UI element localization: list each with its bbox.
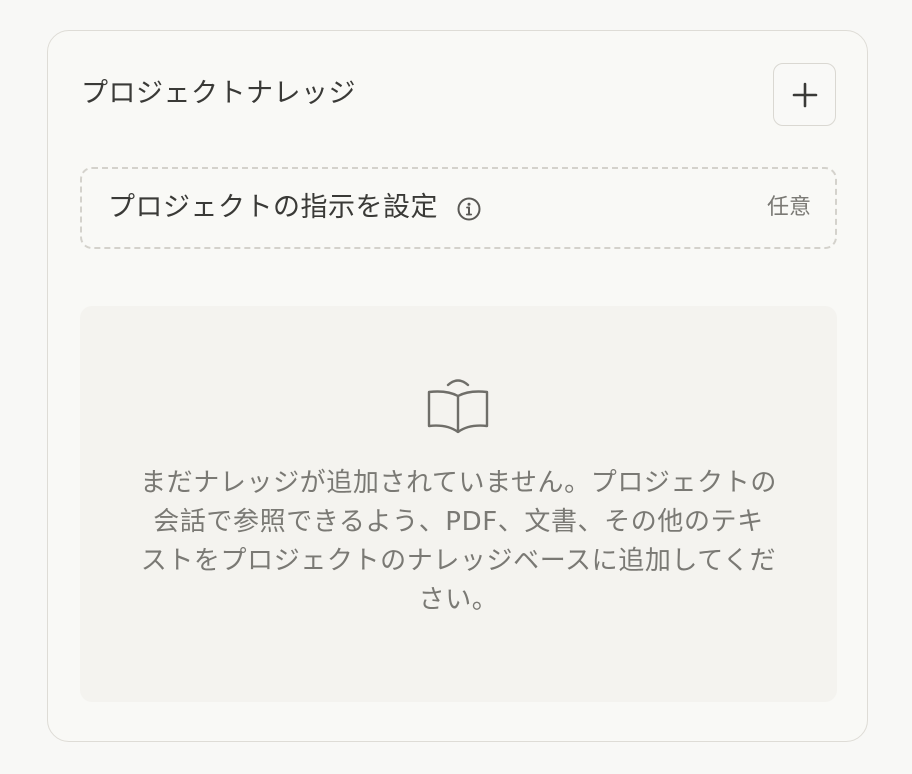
instructions-label: プロジェクトの指示を設定 xyxy=(108,192,438,223)
set-project-instructions-button[interactable]: プロジェクトの指示を設定 任意 xyxy=(80,167,837,249)
empty-state-line: 会話で参照できるよう、PDF、文書、その他のテキ xyxy=(153,507,764,537)
empty-state-line: まだナレッジが追加されていません。プロジェクトの xyxy=(140,468,777,498)
project-knowledge-panel: プロジェクトナレッジ プロジェクトの指示を設定 任意 まだナレッジが追加されてい… xyxy=(47,30,868,742)
empty-state-line: ストをプロジェクトのナレッジベースに追加してくだ xyxy=(140,546,777,576)
book-icon xyxy=(427,379,489,434)
empty-state-line: さい。 xyxy=(418,585,499,615)
knowledge-empty-state: まだナレッジが追加されていません。プロジェクトの 会話で参照できるよう、PDF、… xyxy=(80,306,837,702)
optional-label: 任意 xyxy=(766,195,811,220)
panel-title: プロジェクトナレッジ xyxy=(81,78,356,109)
info-icon[interactable] xyxy=(456,196,482,222)
empty-state-message: まだナレッジが追加されていません。プロジェクトの 会話で参照できるよう、PDF、… xyxy=(120,464,797,620)
plus-icon xyxy=(792,82,817,107)
add-knowledge-button[interactable] xyxy=(773,63,836,126)
